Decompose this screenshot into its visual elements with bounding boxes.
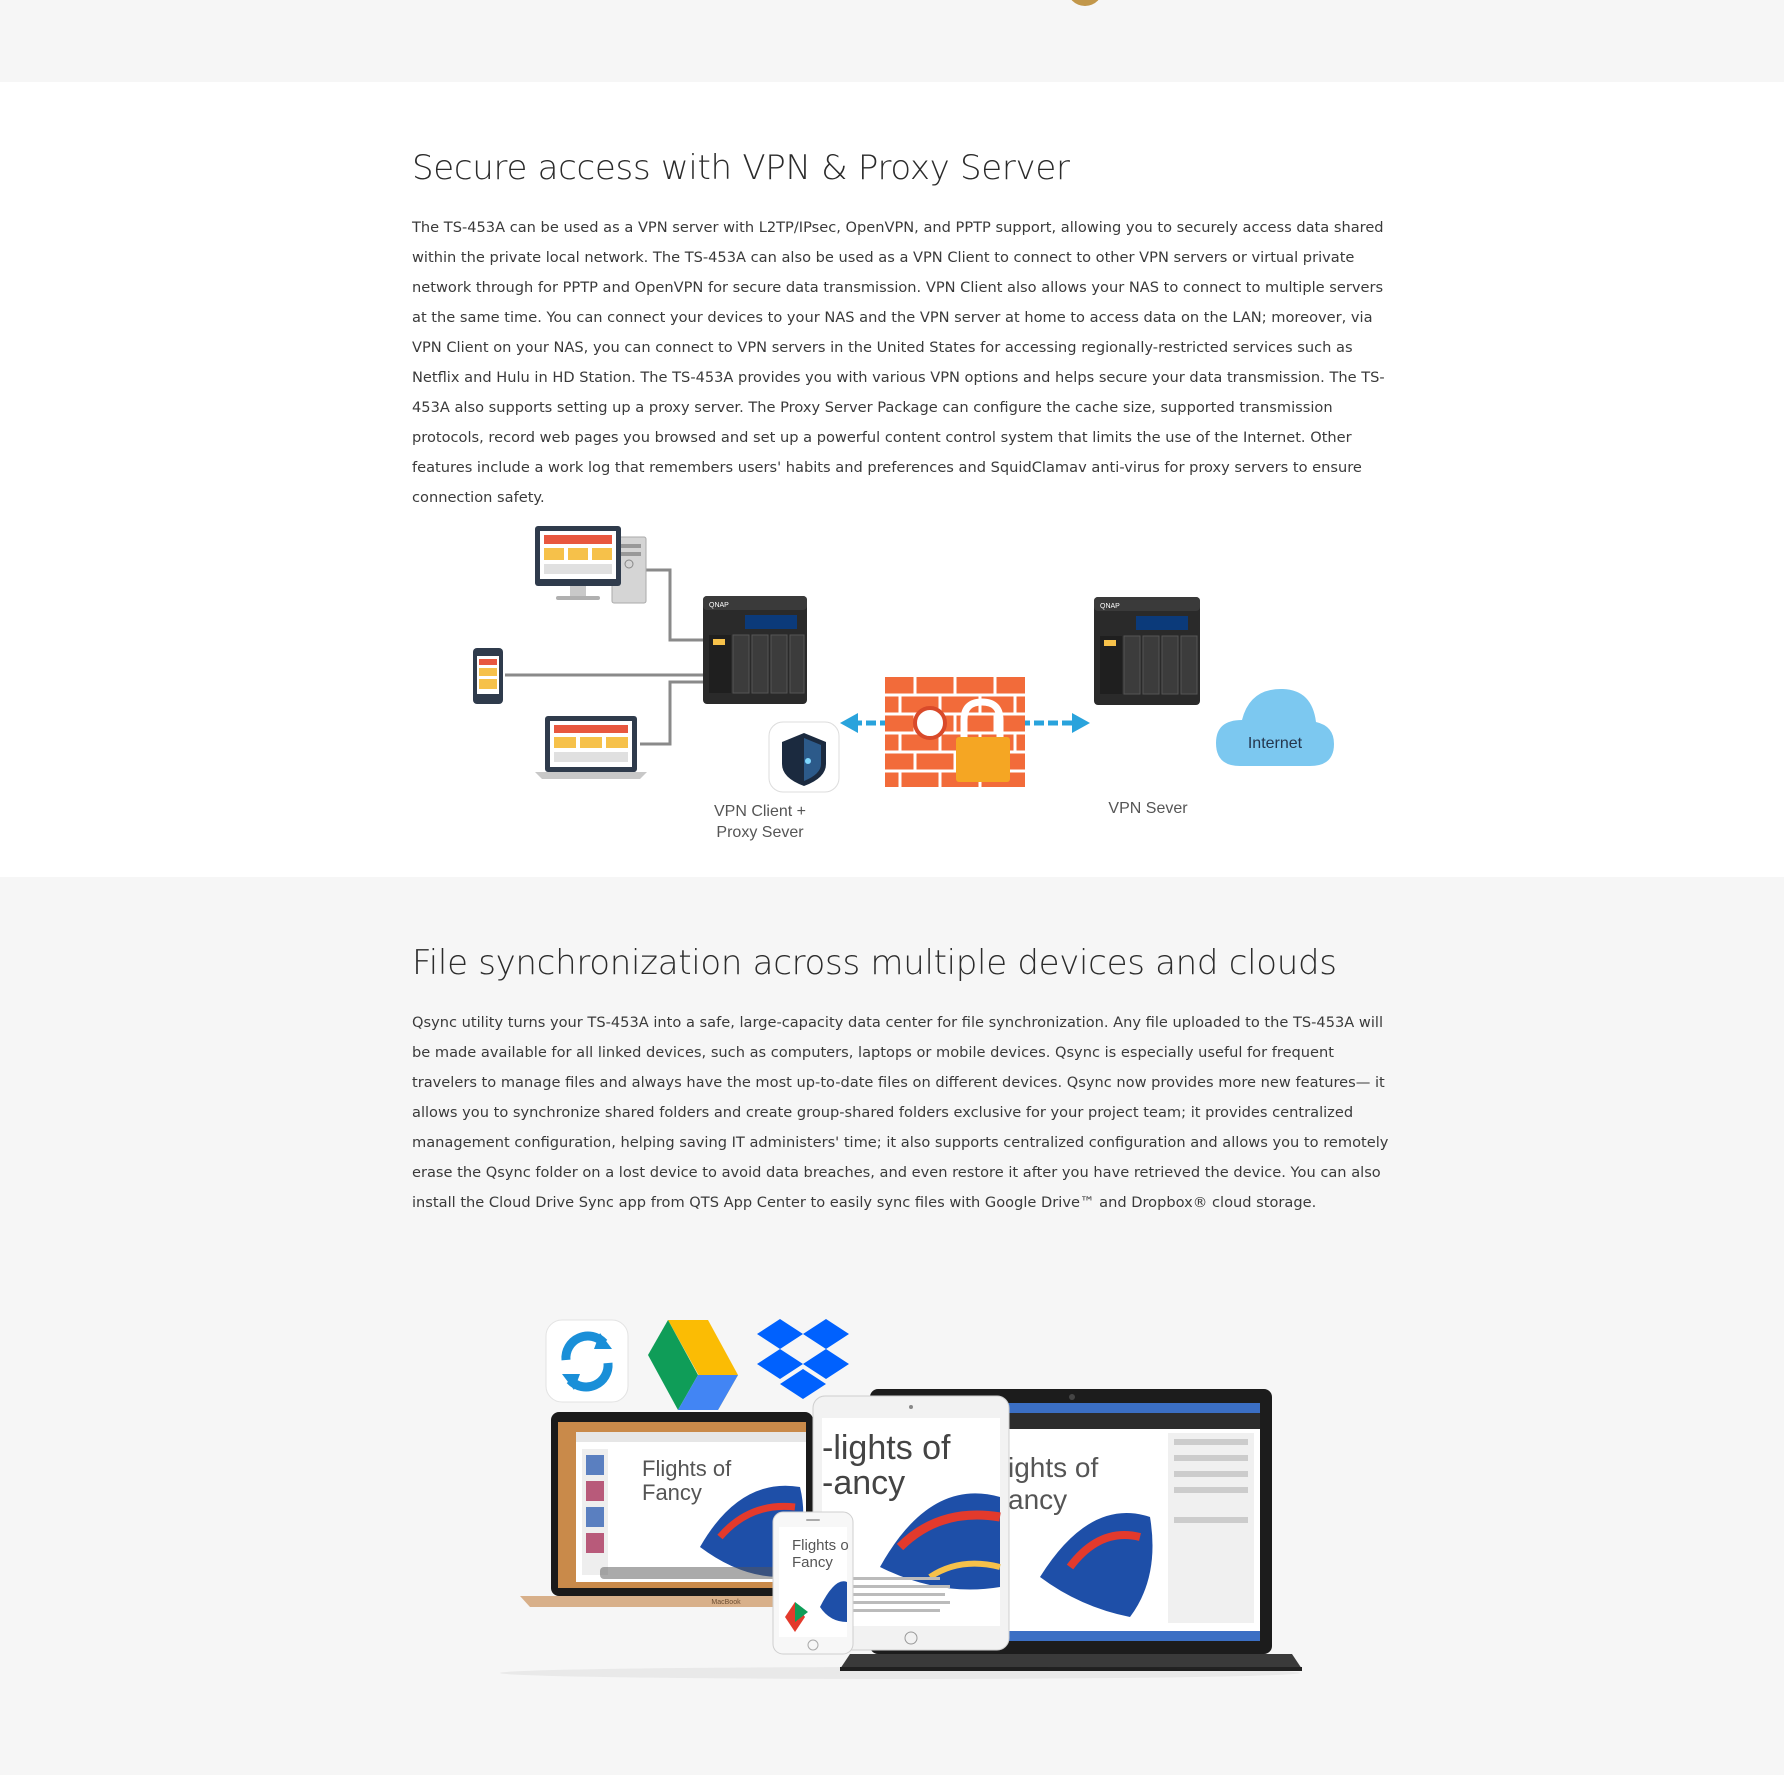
smartphone-icon: [473, 648, 503, 704]
laptop-icon: [535, 716, 647, 779]
phone-doc-title-line1: Flights o: [792, 1537, 849, 1554]
svg-text:QNAP: QNAP: [1100, 603, 1120, 610]
macbook-doc-title-line2: Fancy: [642, 1480, 702, 1505]
macbook-doc-title-line1: Flights of: [642, 1456, 732, 1481]
sync-devices-illustration: ights of ancy Flights of Fancy MacBook -…: [500, 1319, 1302, 1679]
internet-cloud-icon: [1216, 688, 1334, 766]
tablet-doc-title-line1: -lights of: [822, 1429, 951, 1467]
windows-doc-title: ights of: [1008, 1452, 1098, 1483]
cloud-label: Internet: [1248, 735, 1303, 752]
proxy-shield-icon: [768, 721, 840, 793]
vpn-diagram: QNAP VPN Client + Proxy Sever QNAP VPN S…: [473, 526, 1334, 841]
medal-icon: [1067, 0, 1103, 6]
firewall-icon: [840, 677, 1090, 787]
client-label-line2: Proxy Sever: [716, 824, 804, 841]
svg-text:ancy: ancy: [1008, 1484, 1067, 1515]
svg-text:Fancy: Fancy: [792, 1554, 833, 1571]
svg-text:QNAP: QNAP: [709, 602, 729, 609]
dropbox-icon: [757, 1319, 849, 1399]
server-label: VPN Sever: [1108, 800, 1188, 817]
svg-text:-ancy: -ancy: [822, 1464, 905, 1502]
top-band: [0, 0, 1784, 82]
client-nas-icon: QNAP: [703, 596, 807, 704]
sync-section: File synchronization across multiple dev…: [0, 877, 1784, 1775]
phone-icon: Flights o Fancy: [772, 1511, 854, 1655]
floor-shadow: [500, 1667, 1300, 1679]
vpn-section: Secure access with VPN & Proxy Server Th…: [0, 82, 1784, 877]
desktop-computer-icon: [535, 526, 647, 604]
qsync-icon: [545, 1319, 629, 1403]
macbook-brand: MacBook: [711, 1599, 741, 1606]
client-label-line1: VPN Client +: [714, 803, 806, 820]
google-drive-icon: [648, 1320, 738, 1410]
server-nas-icon: QNAP: [1094, 597, 1200, 705]
